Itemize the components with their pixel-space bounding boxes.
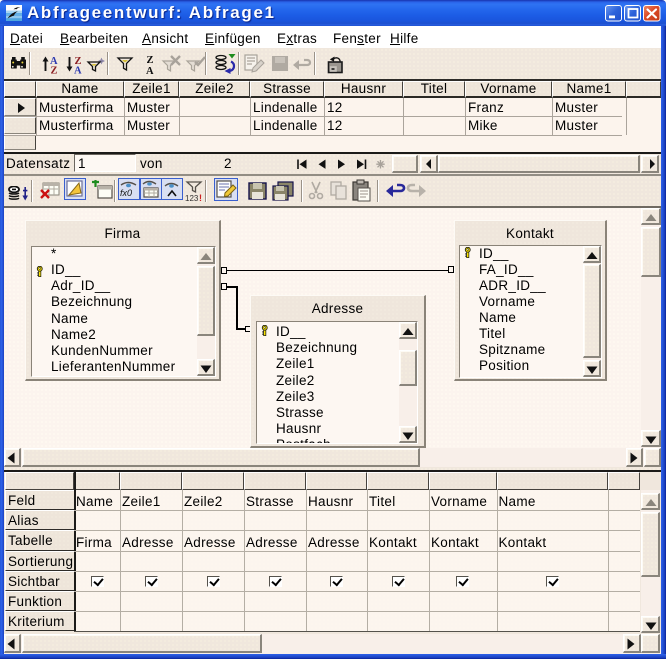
svg-text:fx0: fx0	[120, 188, 132, 198]
svg-text:Z: Z	[51, 66, 58, 75]
svg-text:A: A	[146, 66, 154, 75]
svg-text:!: !	[199, 193, 202, 202]
svg-text:Z: Z	[147, 55, 154, 66]
svg-text:123: 123	[185, 194, 199, 202]
svg-text:A: A	[74, 66, 82, 75]
